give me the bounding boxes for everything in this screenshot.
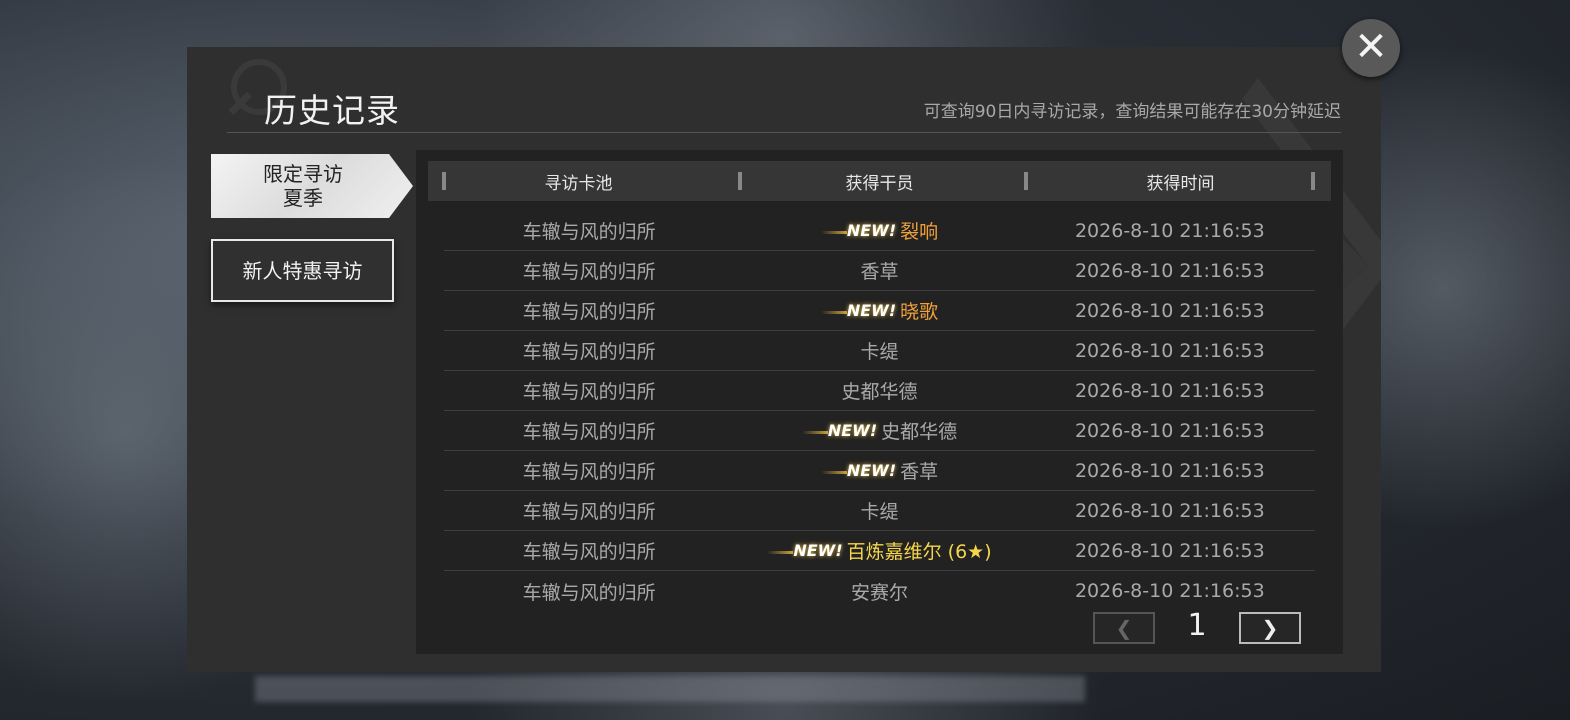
background-strip — [255, 676, 1085, 702]
operator-name: 史都华德 — [881, 421, 958, 443]
table-row: 车辙与风的归所 卡缇 2026-8-10 21:16:53 — [444, 331, 1315, 371]
cell-time: 2026-8-10 21:16:53 — [1074, 299, 1265, 322]
cell-pool: 车辙与风的归所 — [522, 421, 656, 443]
cell-time: 2026-8-10 21:16:53 — [1074, 580, 1265, 602]
cell-pool: 车辙与风的归所 — [522, 261, 656, 283]
new-badge: NEW! — [767, 541, 843, 560]
cell-pool: 车辙与风的归所 — [522, 301, 656, 323]
cell-time: 2026-8-10 21:16:53 — [1074, 459, 1265, 482]
table-row: 车辙与风的归所 卡缇 2026-8-10 21:16:53 — [444, 491, 1315, 531]
close-icon: ✕ — [1354, 24, 1388, 70]
cell-operator: NEW! 晓歌 — [734, 297, 1024, 324]
cell-pool: 车辙与风的归所 — [522, 501, 656, 523]
chevron-right-icon: ❯ — [1261, 616, 1279, 640]
tab-label: 新人特惠寻访 — [242, 258, 363, 283]
cell-operator: 香草 — [734, 257, 1024, 284]
query-notice: 可查询90日内寻访记录，查询结果可能存在30分钟延迟 — [923, 102, 1341, 122]
cell-operator: 安赛尔 — [734, 578, 1024, 605]
header-separator — [1024, 172, 1028, 190]
cell-operator: 卡缇 — [734, 337, 1024, 364]
tab-limited-summer[interactable]: 限定寻访 夏季 — [211, 154, 413, 218]
header-separator — [1311, 172, 1315, 190]
cell-time: 2026-8-10 21:16:53 — [1074, 539, 1265, 562]
page-number: 1 — [1187, 608, 1207, 643]
cell-pool: 车辙与风的归所 — [522, 581, 656, 604]
page-title: 历史记录 — [264, 91, 400, 130]
table-row: 车辙与风的归所 香草 2026-8-10 21:16:53 — [444, 251, 1315, 291]
table-row: 车辙与风的归所 NEW! 百炼嘉维尔 (6★) 2026-8-10 21:16:53 — [444, 531, 1315, 571]
column-header-time: 获得时间 — [1146, 173, 1215, 194]
tab-label-line1: 限定寻访 — [263, 162, 343, 186]
new-badge: NEW! — [820, 221, 896, 240]
next-page-button[interactable]: ❯ — [1239, 612, 1301, 644]
cell-operator: 史都华德 — [734, 377, 1024, 404]
table-row: 车辙与风的归所 NEW! 晓歌 2026-8-10 21:16:53 — [444, 291, 1315, 331]
cell-pool: 车辙与风的归所 — [522, 461, 656, 483]
header-separator — [442, 172, 446, 190]
table-row: 车辙与风的归所 NEW! 香草 2026-8-10 21:16:53 — [444, 451, 1315, 491]
cell-operator: NEW! 裂响 — [734, 217, 1024, 244]
cell-time: 2026-8-10 21:16:53 — [1074, 219, 1265, 242]
table-row: 车辙与风的归所 安赛尔 2026-8-10 21:16:53 — [444, 571, 1315, 611]
cell-time: 2026-8-10 21:16:53 — [1074, 259, 1265, 282]
operator-name: 安赛尔 — [850, 581, 908, 604]
chevron-left-icon: ❮ — [1115, 616, 1133, 640]
cell-time: 2026-8-10 21:16:53 — [1074, 379, 1265, 402]
cell-pool: 车辙与风的归所 — [522, 541, 656, 563]
operator-name: 百炼嘉维尔 (6★) — [846, 541, 992, 563]
table-body: 车辙与风的归所 NEW! 裂响 2026-8-10 21:16:53 车辙与风的归所 香草… — [444, 211, 1315, 611]
operator-name: 香草 — [900, 461, 939, 483]
operator-name: 晓歌 — [900, 301, 939, 323]
new-badge: NEW! — [820, 301, 896, 320]
table-row: 车辙与风的归所 NEW! 史都华德 2026-8-10 21:16:53 — [444, 411, 1315, 451]
table-row: 车辙与风的归所 史都华德 2026-8-10 21:16:53 — [444, 371, 1315, 411]
operator-name: 香草 — [860, 261, 899, 283]
tab-newbie-discount[interactable]: 新人特惠寻访 — [211, 239, 394, 302]
cell-time: 2026-8-10 21:16:53 — [1074, 499, 1265, 522]
column-header-operator: 获得干员 — [845, 173, 914, 194]
cell-operator: NEW! 百炼嘉维尔 (6★) — [734, 537, 1024, 564]
cell-pool: 车辙与风的归所 — [522, 221, 656, 243]
operator-name: 史都华德 — [841, 381, 918, 403]
table-header: 寻访卡池 获得干员 获得时间 — [428, 161, 1331, 201]
header-separator — [738, 172, 742, 190]
operator-name: 卡缇 — [860, 501, 899, 523]
new-badge: NEW! — [801, 421, 877, 440]
close-button[interactable]: ✕ — [1342, 19, 1400, 77]
operator-name: 裂响 — [900, 221, 939, 243]
column-header-pool: 寻访卡池 — [544, 173, 613, 194]
history-table: 寻访卡池 获得干员 获得时间 车辙与风的归所 NEW! 裂响 2026-8-10 21… — [416, 150, 1343, 654]
history-panel: 历史记录 可查询90日内寻访记录，查询结果可能存在30分钟延迟 限定寻访 夏季 … — [187, 47, 1381, 672]
cell-operator: 卡缇 — [734, 497, 1024, 524]
table-row: 车辙与风的归所 NEW! 裂响 2026-8-10 21:16:53 — [444, 211, 1315, 251]
cell-operator: NEW! 香草 — [734, 457, 1024, 484]
prev-page-button[interactable]: ❮ — [1093, 612, 1155, 644]
operator-name: 卡缇 — [860, 341, 899, 363]
cell-operator: NEW! 史都华德 — [734, 417, 1024, 444]
tab-label-line2: 夏季 — [283, 186, 323, 210]
cell-time: 2026-8-10 21:16:53 — [1074, 419, 1265, 442]
cell-pool: 车辙与风的归所 — [522, 341, 656, 363]
cell-pool: 车辙与风的归所 — [522, 381, 656, 403]
title-divider — [227, 132, 1341, 133]
new-badge: NEW! — [820, 461, 896, 480]
cell-time: 2026-8-10 21:16:53 — [1074, 339, 1265, 362]
